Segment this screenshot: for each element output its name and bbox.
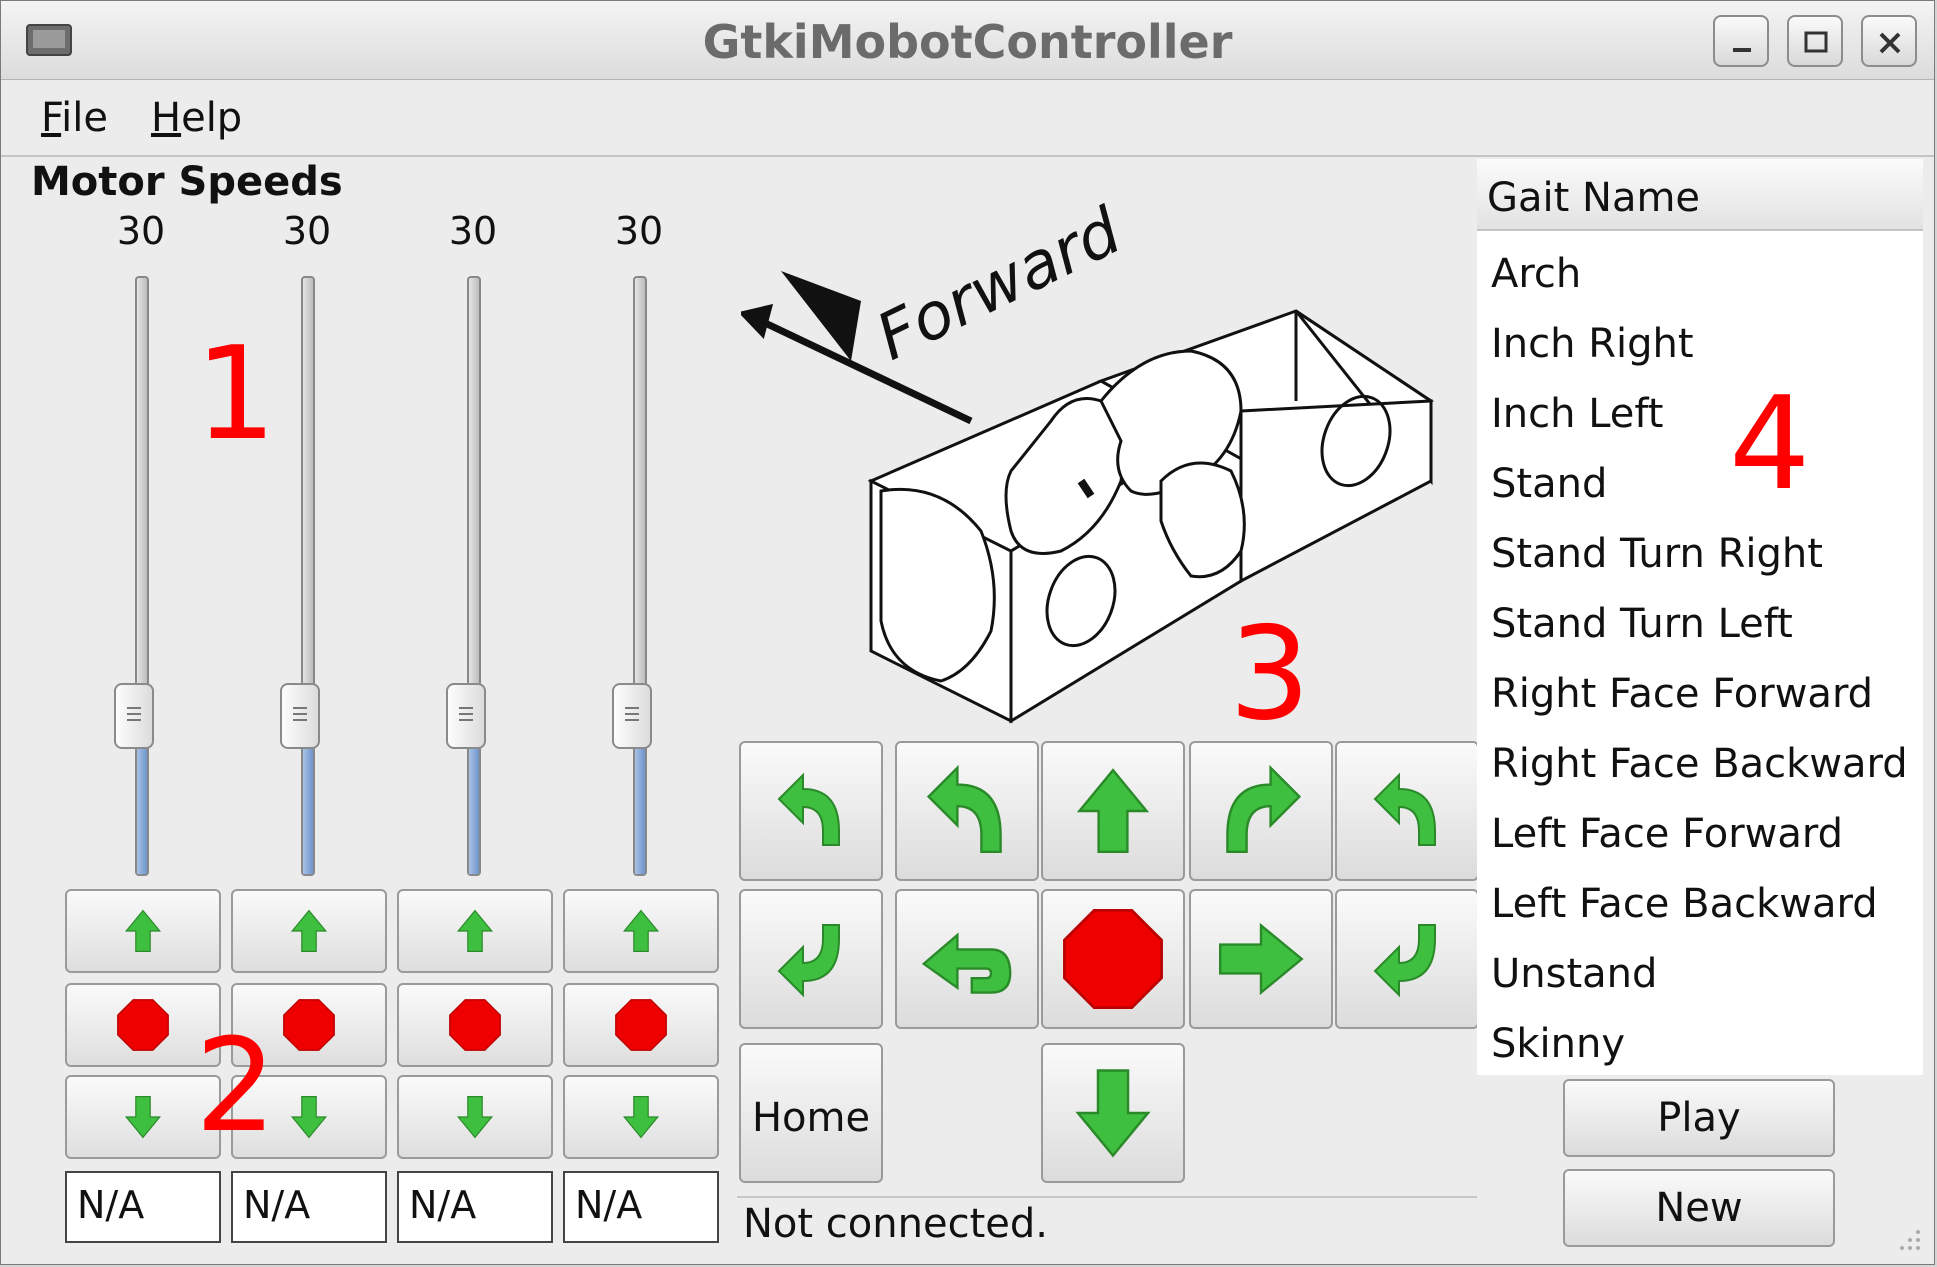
arrow-down-icon — [124, 1096, 162, 1139]
spin-right-button[interactable] — [1189, 889, 1333, 1029]
stop-icon — [615, 999, 667, 1051]
motor-forward-button[interactable] — [563, 889, 719, 973]
gait-list-item[interactable]: Arch — [1491, 251, 1581, 297]
gait-list-item[interactable]: Right Face Forward — [1491, 671, 1873, 717]
motor-speeds-title: Motor Speeds — [31, 159, 343, 205]
gait-list-header[interactable]: Gait Name — [1477, 159, 1923, 231]
arrow-down-icon — [456, 1096, 494, 1139]
gait-list: Gait Name Arch Inch Right Inch Left Stand St… — [1477, 159, 1923, 1075]
motor-speed-value: 30 — [282, 209, 332, 253]
maximize-icon — [1804, 31, 1828, 53]
arrow-right-icon — [1219, 922, 1304, 996]
rotate-right-button[interactable] — [1335, 741, 1479, 881]
connection-status: Not connected. — [743, 1201, 1048, 1247]
window-title: GtkiMobotController — [702, 15, 1233, 69]
slider-knob[interactable] — [280, 683, 320, 749]
arrow-down-icon — [622, 1096, 660, 1139]
arrow-down-icon — [290, 1096, 328, 1139]
annotation-label: 4 — [1729, 370, 1811, 519]
minimize-icon — [1733, 48, 1751, 52]
menu-bar: File Help — [1, 81, 1934, 157]
arrow-up-icon — [1076, 768, 1150, 853]
arrow-up-icon — [124, 909, 162, 952]
stop-button[interactable] — [1041, 889, 1185, 1029]
menu-file[interactable]: File — [41, 95, 108, 141]
gait-list-item[interactable]: Stand — [1491, 461, 1607, 507]
title-bar: GtkiMobotController — [1, 1, 1934, 80]
home-label: Home — [751, 1095, 871, 1141]
turn-right-button[interactable] — [1189, 741, 1333, 881]
slider-knob[interactable] — [114, 683, 154, 749]
motor-forward-button[interactable] — [65, 889, 221, 973]
motor-position-field: N/A — [65, 1171, 221, 1243]
turn-left-button[interactable] — [895, 741, 1039, 881]
stop-icon — [117, 999, 169, 1051]
motor-speed-slider[interactable] — [114, 276, 154, 876]
motor-forward-button[interactable] — [231, 889, 387, 973]
stop-icon — [1063, 909, 1163, 1009]
stop-icon — [283, 999, 335, 1051]
menu-help[interactable]: Help — [151, 95, 242, 141]
gait-list-item[interactable]: Right Face Backward — [1491, 741, 1908, 787]
resize-grip-icon[interactable] — [1894, 1224, 1924, 1254]
motor-speed-value: 30 — [614, 209, 664, 253]
stop-icon — [449, 999, 501, 1051]
annotation-label: 3 — [1229, 600, 1311, 749]
motor-speed-value: 30 — [116, 209, 166, 253]
motor-backward-button[interactable] — [563, 1075, 719, 1159]
turn-right-icon — [1226, 764, 1302, 853]
back-right-button[interactable] — [1335, 889, 1479, 1029]
play-button[interactable]: Play — [1563, 1079, 1835, 1157]
curve-down-icon — [1373, 924, 1436, 998]
motor-stop-button[interactable] — [563, 983, 719, 1067]
back-left-button[interactable] — [739, 889, 883, 1029]
arrow-up-icon — [456, 909, 494, 952]
motor-stop-button[interactable] — [397, 983, 553, 1067]
forward-label: Forward — [866, 194, 1133, 375]
slider-knob[interactable] — [446, 683, 486, 749]
gait-list-item[interactable]: Stand Turn Right — [1491, 531, 1823, 577]
motor-forward-button[interactable] — [397, 889, 553, 973]
status-separator — [737, 1196, 1477, 1198]
minimize-button[interactable] — [1713, 15, 1769, 67]
spin-left-button[interactable] — [895, 889, 1039, 1029]
annotation-label: 1 — [195, 320, 277, 469]
motor-speed-value: 30 — [448, 209, 498, 253]
gait-list-item[interactable]: Stand Turn Left — [1491, 601, 1793, 647]
close-icon — [1879, 32, 1901, 54]
rotate-left-button[interactable] — [739, 741, 883, 881]
motor-speed-slider[interactable] — [446, 276, 486, 876]
arrow-down-icon — [1075, 1069, 1151, 1158]
forward-button[interactable] — [1041, 741, 1185, 881]
motor-speed-slider[interactable] — [612, 276, 652, 876]
arrow-left-icon — [921, 932, 1012, 994]
home-button[interactable]: Home — [739, 1043, 883, 1183]
gait-list-item[interactable]: Skinny — [1491, 1021, 1625, 1067]
motor-position-field: N/A — [397, 1171, 553, 1243]
motor-position-field: N/A — [563, 1171, 719, 1243]
annotation-label: 2 — [195, 1012, 277, 1161]
slider-knob[interactable] — [612, 683, 652, 749]
gait-list-item[interactable]: Inch Left — [1491, 391, 1663, 437]
turn-left-icon — [926, 764, 1002, 853]
arrow-up-icon — [290, 909, 328, 952]
main-window: GtkiMobotController File Help Motor Spee… — [0, 0, 1935, 1265]
mobot-illustration: Forward — [741, 194, 1434, 724]
new-button[interactable]: New — [1563, 1169, 1835, 1247]
backward-button[interactable] — [1041, 1043, 1185, 1183]
motor-position-field: N/A — [231, 1171, 387, 1243]
maximize-button[interactable] — [1787, 15, 1843, 67]
close-button[interactable] — [1861, 15, 1917, 67]
gait-list-item[interactable]: Left Face Backward — [1491, 881, 1878, 927]
arrow-up-icon — [622, 909, 660, 952]
curve-left-icon — [1373, 772, 1436, 846]
curve-down-icon — [777, 924, 840, 998]
gait-list-item[interactable]: Inch Right — [1491, 321, 1694, 367]
gait-list-item[interactable]: Left Face Forward — [1491, 811, 1843, 857]
motor-speed-slider[interactable] — [280, 276, 320, 876]
curve-left-icon — [777, 772, 840, 846]
motor-backward-button[interactable] — [397, 1075, 553, 1159]
gait-list-item[interactable]: Unstand — [1491, 951, 1657, 997]
